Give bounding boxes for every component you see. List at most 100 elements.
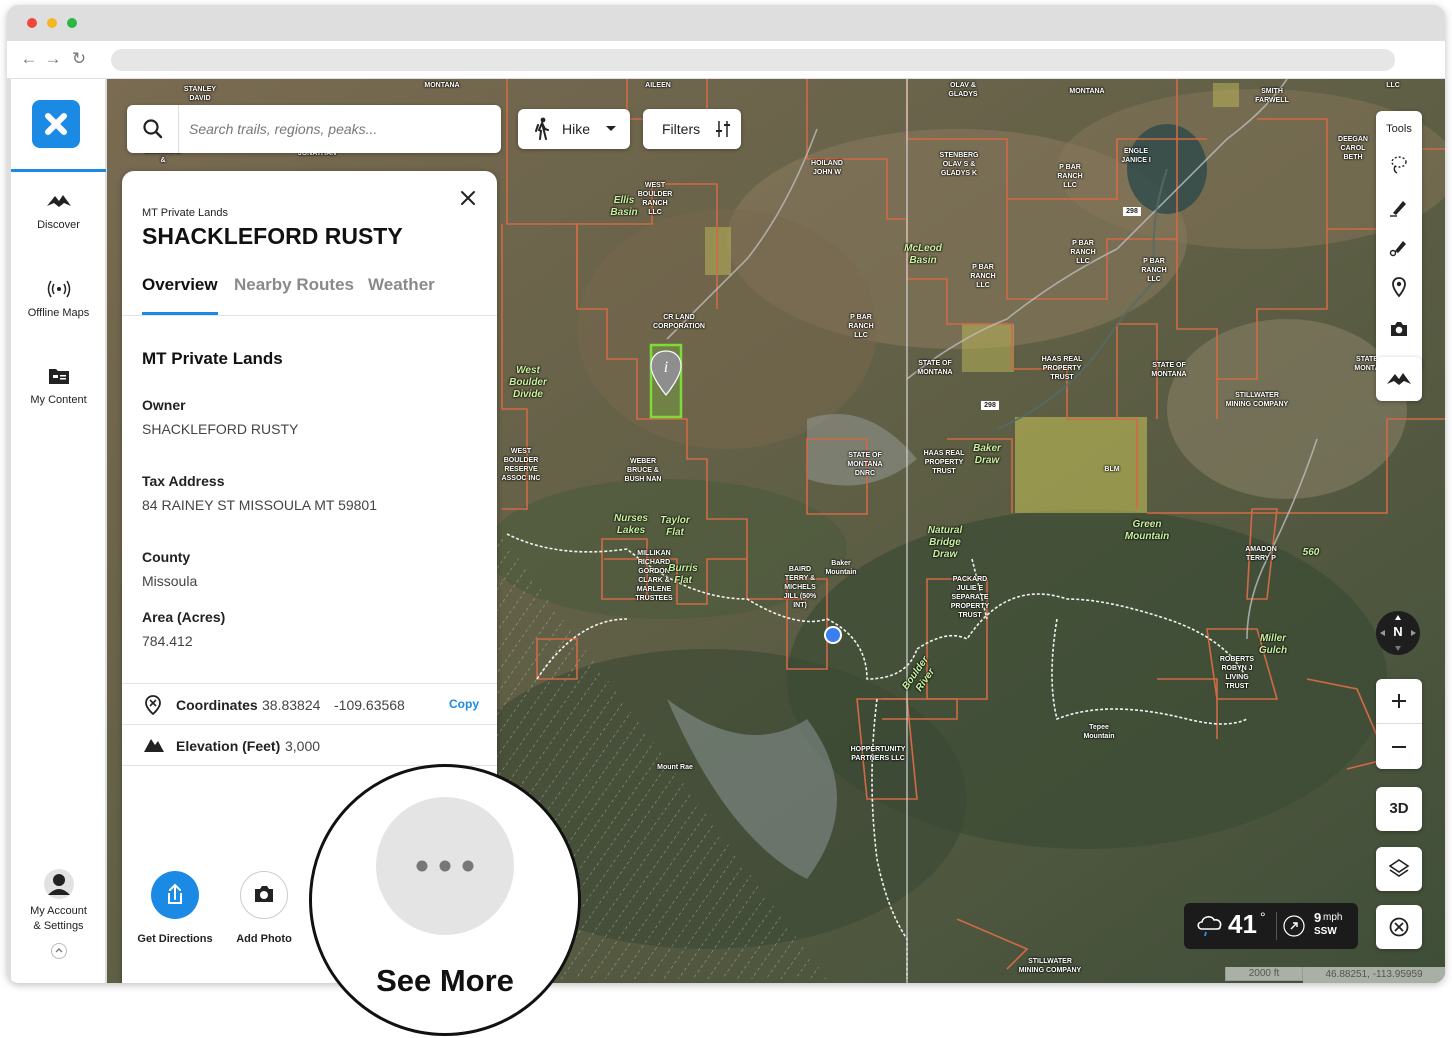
- close-icon: [461, 191, 475, 205]
- back-icon[interactable]: ←: [19, 49, 39, 69]
- tab-overview[interactable]: Overview: [142, 275, 218, 295]
- tax-address-value: 84 RAINEY ST MISSOULA MT 59801: [142, 497, 377, 513]
- draw-shape-icon[interactable]: [1387, 235, 1411, 259]
- discover-icon: [46, 195, 71, 207]
- collapse-sidebar-button[interactable]: [51, 943, 67, 959]
- close-panel-button[interactable]: [455, 185, 481, 211]
- sidebar-item-offline-maps[interactable]: Offline Maps: [11, 279, 106, 319]
- caret-down-icon: [606, 126, 616, 131]
- see-more-button[interactable]: [376, 797, 514, 935]
- owner-label: Owner: [142, 397, 186, 413]
- weather-widget[interactable]: 41 ° 9 mph SSW: [1184, 903, 1358, 949]
- map-label: AILEEN: [645, 82, 671, 89]
- map-label: McLeod Basin: [904, 243, 942, 266]
- map-label: Nurses Lakes: [614, 513, 648, 536]
- zoom-out-icon[interactable]: [1376, 725, 1422, 769]
- sidebar-item-label: Offline Maps: [27, 307, 90, 319]
- map-label: HAAS REAL PROPERTY TRUST: [923, 450, 965, 475]
- get-directions-button[interactable]: Get Directions: [130, 871, 220, 945]
- elevation-value: 3,000: [285, 738, 321, 754]
- add-photo-circle: [240, 871, 288, 919]
- search-bar: [127, 105, 501, 153]
- sidebar-item-discover[interactable]: Discover: [11, 191, 106, 231]
- map-label: Ellis Basin: [610, 195, 638, 218]
- compass-label: N: [1393, 624, 1403, 639]
- map-label: 560: [1302, 547, 1320, 558]
- tab-weather[interactable]: Weather: [368, 275, 435, 295]
- maximize-window-button[interactable]: [67, 18, 77, 28]
- map-label: LLC: [1386, 82, 1400, 89]
- activity-selector[interactable]: Hike: [518, 109, 630, 149]
- sidebar-item-account[interactable]: My Account & Settings: [11, 869, 106, 932]
- tab-nearby-routes[interactable]: Nearby Routes: [234, 275, 354, 295]
- account-label-line1: My Account: [30, 905, 87, 917]
- reload-icon[interactable]: ↻: [69, 49, 89, 69]
- app-logo[interactable]: [32, 100, 80, 148]
- map-label: HOILAND JOHN W: [811, 160, 843, 176]
- filters-button[interactable]: Filters: [643, 109, 741, 149]
- map-label: STANLEY DAVID: [183, 86, 217, 102]
- sidebar-item-label: Discover: [37, 219, 80, 231]
- coordinates-label: Coordinates: [176, 697, 258, 713]
- lasso-icon[interactable]: [1387, 153, 1411, 177]
- map-label: P BAR RANCH LLC: [970, 264, 996, 289]
- search-button[interactable]: [127, 105, 179, 153]
- map-label: AMADON TERRY P: [1245, 546, 1277, 562]
- map-label: STATE OF MONTANA DNRC: [847, 452, 883, 477]
- wind-direction: SSW: [1314, 926, 1337, 937]
- camera-icon[interactable]: [1387, 317, 1411, 341]
- section-title: MT Private Lands: [142, 349, 283, 368]
- wind-speed: 9: [1314, 910, 1322, 925]
- map-label: MONTANA: [1069, 88, 1105, 95]
- map-label: BAIRD TERRY & MICHELS JILL (50% INT): [783, 566, 817, 609]
- copy-coordinates-button[interactable]: Copy: [449, 697, 479, 711]
- map-label: PACKARD JULIE E SEPARATE PROPERTY TRUST: [950, 576, 990, 619]
- user-location-icon: [824, 626, 842, 644]
- close-window-button[interactable]: [27, 18, 37, 28]
- map-scale: 2000 ft: [1225, 967, 1303, 981]
- address-bar[interactable]: [111, 49, 1395, 71]
- layers-button[interactable]: [1376, 847, 1422, 891]
- map-label: MONTANA: [424, 82, 460, 89]
- camera-icon: [255, 886, 273, 902]
- chevron-up-icon: [55, 948, 63, 953]
- add-photo-label: Add Photo: [236, 933, 292, 945]
- map-label: SMITH FARWELL: [1255, 88, 1289, 104]
- add-photo-button[interactable]: Add Photo: [219, 871, 309, 945]
- map-label: WEBER BRUCE & BUSH NAN: [624, 458, 662, 483]
- more-dots-icon: [416, 860, 474, 872]
- map-label: CR LAND CORPORATION: [653, 314, 705, 330]
- map-label: P BAR RANCH LLC: [1070, 240, 1096, 265]
- map-label: P BAR RANCH LLC: [1141, 258, 1167, 283]
- get-directions-label: Get Directions: [137, 933, 213, 945]
- minimize-window-button[interactable]: [47, 18, 57, 28]
- map-label: DEEGAN CAROL BETH: [1338, 136, 1368, 161]
- divider: [122, 724, 497, 725]
- sidebar-item-my-content[interactable]: My Content: [11, 366, 106, 406]
- forward-icon[interactable]: →: [43, 49, 63, 69]
- map-label: Mount Rae: [657, 764, 693, 771]
- svg-text:i: i: [664, 359, 668, 376]
- zoom-in-icon[interactable]: [1376, 679, 1422, 723]
- search-input[interactable]: [189, 117, 489, 141]
- draw-route-icon[interactable]: [1387, 195, 1411, 219]
- add-waypoint-icon[interactable]: [1387, 275, 1411, 299]
- location-button[interactable]: [1376, 905, 1422, 949]
- coordinates-lon: -109.63568: [334, 697, 405, 713]
- get-directions-circle: [151, 871, 199, 919]
- toggle-3d-button[interactable]: 3D: [1376, 787, 1422, 831]
- discover-map-button[interactable]: [1376, 357, 1422, 401]
- temperature: 41: [1228, 909, 1257, 939]
- map-label: OLAV & GLADYS: [948, 82, 978, 98]
- filters-label: Filters: [662, 121, 701, 137]
- map-view[interactable]: i STANLEY DAVID MONTANA AILEEN OLAV & GL…: [107, 79, 1445, 983]
- divider: [1276, 912, 1277, 940]
- compass-button[interactable]: N: [1376, 611, 1420, 655]
- map-label: Baker Draw: [973, 443, 1001, 466]
- wind-direction-icon: [1283, 915, 1305, 937]
- mountain-icon: [144, 739, 164, 752]
- temperature-degree: °: [1260, 909, 1266, 925]
- elevation-label: Elevation (Feet): [176, 738, 281, 754]
- tax-address-label: Tax Address: [142, 473, 225, 489]
- map-label: Natural Bridge Draw: [927, 525, 963, 560]
